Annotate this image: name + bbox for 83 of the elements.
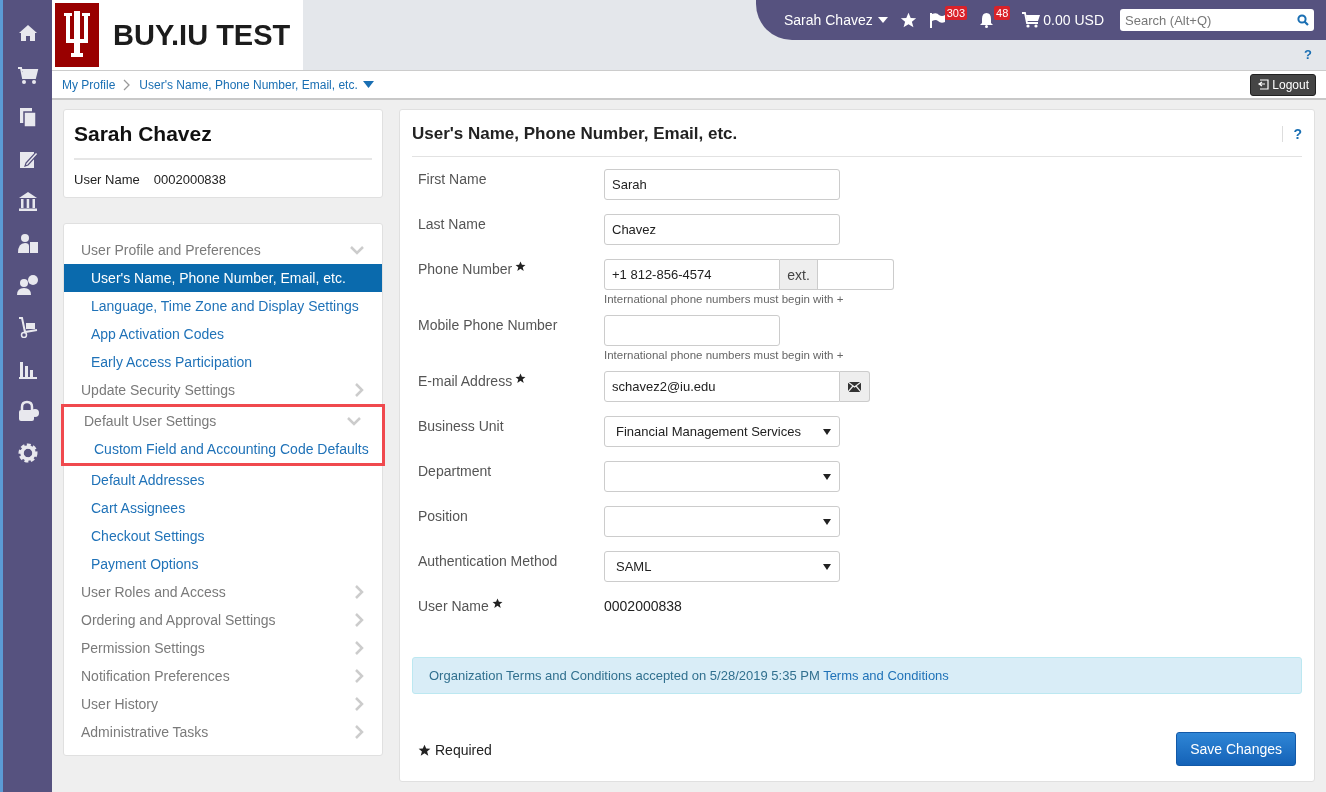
dropdown-caret-icon [823,428,831,435]
count-badge: 48 [994,6,1011,20]
count-badge: 303 [944,6,968,20]
nav-link[interactable]: Early Access Participation [64,348,382,376]
extension-label: ext. [780,259,818,290]
user-menu[interactable]: Sarah Chavez [784,12,888,28]
person-award-icon[interactable] [16,274,39,296]
field-label: Department [418,463,492,479]
nav-section[interactable]: User History [64,690,382,718]
logo-text: BUY.IU TEST [113,18,291,52]
cart-icon[interactable] [16,64,39,86]
person-clipboard-icon[interactable] [16,232,39,254]
field-label: Phone Number [418,261,513,277]
field-label: Authentication Method [418,553,558,569]
logout-button[interactable]: Logout [1250,73,1316,96]
text-field[interactable]: Sarah [604,169,840,200]
field-label: First Name [418,171,487,187]
bank-icon[interactable] [16,190,39,212]
field-label: User Name [74,172,140,187]
field-label: Mobile Phone Number [418,317,558,333]
nav-link[interactable]: Cart Assignees [64,494,382,522]
nav-section[interactable]: Notification Preferences [64,662,382,690]
nav-link[interactable]: User's Name, Phone Number, Email, etc. [64,264,382,292]
caret-icon [362,81,374,88]
profile-name: Sarah Chavez [74,122,372,160]
field-hint: International phone numbers must begin with + [604,349,845,361]
nav-link[interactable]: Language, Time Zone and Display Settings [64,292,382,320]
save-button[interactable]: Save Changes [1176,732,1296,766]
dropdown-caret-icon [823,518,831,525]
field-value: 0002000838 [153,172,227,187]
nav-link[interactable]: Default Addresses [64,466,382,494]
panel-title: User's Name, Phone Number, Email, etc. [412,124,738,144]
cart-total[interactable]: 0.00 USD [1043,12,1105,28]
nav-section[interactable]: User Roles and Access [64,578,382,606]
search-field[interactable]: Search (Alt+Q) [1120,9,1315,31]
breadcrumb-link[interactable]: User's Name, Phone Number, Email, etc. [139,77,374,92]
settings-icon[interactable] [16,442,39,464]
dropdown-caret-icon [823,563,831,570]
dropdown[interactable]: SAML [604,551,840,582]
nav-section[interactable]: Ordering and Approval Settings [64,606,382,634]
dropdown[interactable]: Financial Management Services [604,416,840,447]
extension-field[interactable] [818,259,894,290]
email-field[interactable]: schavez2@iu.edu [604,371,840,402]
field-hint: International phone numbers must begin with + [604,293,845,305]
field-label: Last Name [418,216,486,232]
required-note: Required [435,742,492,758]
terms-notice: Organization Terms and Conditions accepted on 5/28/2019 5:35 PM Terms and Conditions [412,657,1302,694]
lock-gear-icon[interactable] [16,400,39,422]
text-field[interactable]: Chavez [604,214,840,245]
nav-section[interactable]: Update Security Settings [64,376,382,404]
nav-section[interactable]: Permission Settings [64,634,382,662]
nav-link[interactable]: Custom Field and Accounting Code Defaults [61,435,385,466]
cart-icon[interactable] [1022,12,1041,28]
breadcrumb-link[interactable]: My Profile [62,77,116,92]
phone-field[interactable]: +1 812-856-4574 [604,259,780,290]
mail-button[interactable] [840,371,870,402]
phone-field[interactable] [604,315,780,346]
field-value: 0002000838 [604,597,683,614]
return-icon [1257,79,1270,90]
field-label: Position [418,508,468,524]
nav-section[interactable]: Default User Settings [61,404,385,435]
help-link[interactable]: ? [1282,126,1302,142]
chevron-right-icon [123,78,132,91]
caret-icon [877,17,888,23]
field-label: Business Unit [418,418,504,434]
hand-truck-icon[interactable] [16,316,39,338]
terms-link[interactable]: Terms and Conditions [823,668,949,683]
nav-link[interactable]: Payment Options [64,550,382,578]
field-label: E-mail Address [418,373,513,389]
envelope-icon [848,381,861,392]
dropdown-caret-icon [823,473,831,480]
field-label: User Name [418,598,489,614]
help-link[interactable]: ? [1304,47,1312,62]
favorites-icon [899,11,917,29]
bell-icon[interactable] [979,12,995,28]
search-field[interactable]: Search (Alt+Q) [1125,10,1291,30]
nav-link[interactable]: Checkout Settings [64,522,382,550]
search-icon[interactable] [1297,14,1310,26]
nav-section[interactable]: User Profile and Preferences [64,236,382,264]
nav-link[interactable]: App Activation Codes [64,320,382,348]
nav-section[interactable]: Administrative Tasks [64,718,382,746]
flag-icon[interactable] [928,12,945,28]
required-icon [418,743,431,757]
